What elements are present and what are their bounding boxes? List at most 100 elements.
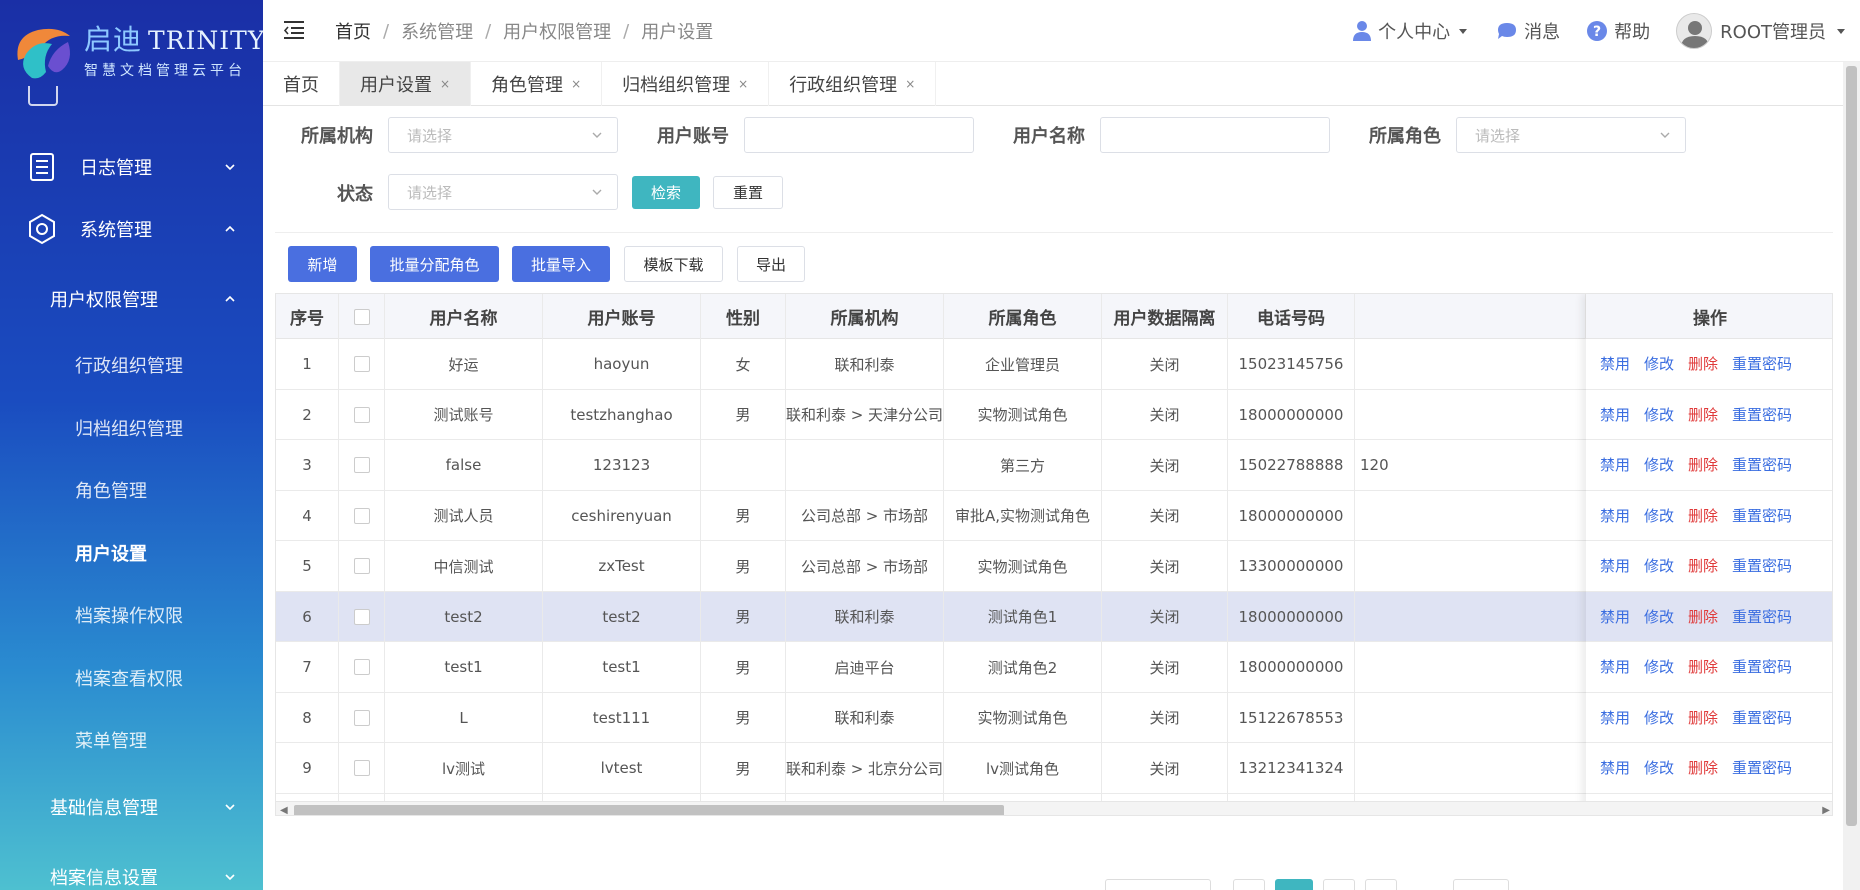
delete-link[interactable]: 删除: [1688, 454, 1718, 475]
checkbox[interactable]: [353, 760, 370, 777]
search-button[interactable]: 检索: [632, 176, 700, 209]
edit-link[interactable]: 修改: [1644, 404, 1674, 425]
delete-link[interactable]: 删除: [1688, 505, 1718, 526]
batch-import-button[interactable]: 批量导入: [512, 246, 610, 282]
row-checkbox[interactable]: [339, 440, 385, 491]
edit-link[interactable]: 修改: [1644, 707, 1674, 728]
reset-password-link[interactable]: 重置密码: [1732, 656, 1792, 677]
edit-link[interactable]: 修改: [1644, 353, 1674, 374]
export-button[interactable]: 导出: [737, 246, 805, 282]
edit-link[interactable]: 修改: [1644, 656, 1674, 677]
disable-link[interactable]: 禁用: [1600, 757, 1630, 778]
disable-link[interactable]: 禁用: [1600, 454, 1630, 475]
scrollbar-thumb[interactable]: [294, 805, 1004, 815]
close-icon[interactable]: ×: [738, 77, 748, 91]
disable-link[interactable]: 禁用: [1600, 555, 1630, 576]
vertical-scrollbar[interactable]: [1843, 62, 1860, 890]
edit-link[interactable]: 修改: [1644, 454, 1674, 475]
hamburger-icon[interactable]: [283, 20, 305, 40]
checkbox[interactable]: [353, 356, 370, 373]
submenu-archive-info[interactable]: 档案信息设置: [0, 852, 263, 890]
reset-password-link[interactable]: 重置密码: [1732, 454, 1792, 475]
page-jump-input[interactable]: [1453, 879, 1509, 890]
tab-home[interactable]: 首页: [263, 62, 340, 106]
close-icon[interactable]: ×: [571, 77, 581, 91]
close-icon[interactable]: ×: [440, 77, 450, 91]
close-icon[interactable]: ×: [905, 77, 915, 91]
page-size-select[interactable]: [1105, 879, 1211, 890]
page-current[interactable]: [1275, 879, 1313, 890]
sidebar-item-menu[interactable]: 菜单管理: [0, 715, 263, 765]
row-checkbox[interactable]: [339, 743, 385, 794]
reset-password-link[interactable]: 重置密码: [1732, 353, 1792, 374]
tab-user-settings[interactable]: 用户设置 ×: [340, 62, 472, 106]
reset-password-link[interactable]: 重置密码: [1732, 707, 1792, 728]
name-input[interactable]: [1100, 117, 1330, 153]
checkbox[interactable]: [353, 659, 370, 676]
delete-link[interactable]: 删除: [1688, 707, 1718, 728]
sidebar-item-role[interactable]: 角色管理: [0, 465, 263, 515]
page-next[interactable]: [1365, 879, 1397, 890]
checkbox[interactable]: [353, 406, 370, 423]
reset-password-link[interactable]: 重置密码: [1732, 555, 1792, 576]
delete-link[interactable]: 删除: [1688, 606, 1718, 627]
row-checkbox[interactable]: [339, 389, 385, 440]
row-checkbox[interactable]: [339, 642, 385, 693]
page-next[interactable]: [1323, 879, 1355, 890]
help-button[interactable]: ? 帮助: [1586, 18, 1650, 44]
disable-link[interactable]: 禁用: [1600, 656, 1630, 677]
breadcrumb-home[interactable]: 首页: [335, 18, 371, 44]
breadcrumb-user-permission[interactable]: 用户权限管理: [503, 18, 611, 44]
template-download-button[interactable]: 模板下载: [624, 246, 723, 282]
account-input[interactable]: [744, 117, 974, 153]
sidebar-item-archive-org[interactable]: 归档组织管理: [0, 403, 263, 453]
reset-password-link[interactable]: 重置密码: [1732, 404, 1792, 425]
delete-link[interactable]: 删除: [1688, 404, 1718, 425]
delete-link[interactable]: 删除: [1688, 757, 1718, 778]
batch-assign-role-button[interactable]: 批量分配角色: [370, 246, 499, 282]
tab-admin-org[interactable]: 行政组织管理 ×: [769, 62, 937, 106]
sidebar-item-admin-org[interactable]: 行政组织管理: [0, 340, 263, 390]
scroll-left-icon[interactable]: ◀: [280, 805, 288, 815]
user-menu-dropdown[interactable]: ROOT管理员: [1676, 13, 1848, 49]
sidebar-item-user-settings[interactable]: 用户设置: [0, 528, 263, 578]
checkbox[interactable]: [353, 709, 370, 726]
sidebar-item-archive-view[interactable]: 档案查看权限: [0, 653, 263, 703]
role-select[interactable]: 请选择: [1456, 117, 1686, 153]
disable-link[interactable]: 禁用: [1600, 606, 1630, 627]
edit-link[interactable]: 修改: [1644, 757, 1674, 778]
submenu-user-permission[interactable]: 用户权限管理: [0, 274, 263, 324]
checkbox[interactable]: [353, 558, 370, 575]
sidebar-item-archive-operation[interactable]: 档案操作权限: [0, 590, 263, 640]
submenu-basic-info[interactable]: 基础信息管理: [0, 782, 263, 832]
edit-link[interactable]: 修改: [1644, 505, 1674, 526]
row-checkbox[interactable]: [339, 541, 385, 592]
scroll-right-icon[interactable]: ▶: [1822, 805, 1830, 815]
edit-link[interactable]: 修改: [1644, 606, 1674, 627]
reset-password-link[interactable]: 重置密码: [1732, 757, 1792, 778]
horizontal-scrollbar[interactable]: ◀ ▶: [276, 801, 1832, 815]
tab-archive-org[interactable]: 归档组织管理 ×: [602, 62, 770, 106]
row-checkbox[interactable]: [339, 591, 385, 642]
personal-center-dropdown[interactable]: 个人中心: [1352, 18, 1470, 44]
checkbox[interactable]: [353, 457, 370, 474]
reset-password-link[interactable]: 重置密码: [1732, 505, 1792, 526]
prev-page-button[interactable]: [1233, 879, 1265, 890]
row-checkbox[interactable]: [339, 339, 385, 390]
reset-password-link[interactable]: 重置密码: [1732, 606, 1792, 627]
delete-link[interactable]: 删除: [1688, 555, 1718, 576]
reset-button[interactable]: 重置: [713, 176, 783, 209]
org-select[interactable]: 请选择: [388, 117, 618, 153]
delete-link[interactable]: 删除: [1688, 656, 1718, 677]
disable-link[interactable]: 禁用: [1600, 707, 1630, 728]
edit-link[interactable]: 修改: [1644, 555, 1674, 576]
tab-role-management[interactable]: 角色管理 ×: [471, 62, 603, 106]
add-button[interactable]: 新增: [288, 246, 357, 282]
row-checkbox[interactable]: [339, 490, 385, 541]
disable-link[interactable]: 禁用: [1600, 353, 1630, 374]
menu-system-management[interactable]: 系统管理: [0, 199, 263, 259]
select-all-checkbox[interactable]: [339, 294, 385, 339]
messages-button[interactable]: 消息: [1496, 18, 1560, 44]
checkbox[interactable]: [353, 507, 370, 524]
breadcrumb-system[interactable]: 系统管理: [401, 18, 473, 44]
